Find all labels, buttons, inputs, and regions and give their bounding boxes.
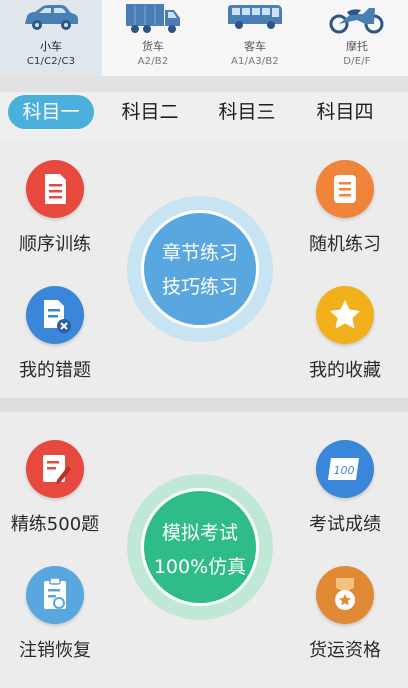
feature-label: 我的错题 <box>19 360 91 381</box>
motorcycle-icon <box>329 8 384 34</box>
exam-section: 精练500题 100 考试成绩 注销恢复 货运资格 模拟考试 100%仿真 <box>0 412 408 688</box>
feature-label: 精练500题 <box>10 514 100 535</box>
exam-paper-icon <box>141 488 259 606</box>
tab-subject-2[interactable]: 科目二 <box>107 95 193 129</box>
svg-text:100: 100 <box>334 464 355 477</box>
tab-subject-1[interactable]: 科目一 <box>8 95 94 129</box>
tab-subject-3[interactable]: 科目三 <box>204 95 290 129</box>
refined-500-button[interactable]: 精练500题 <box>0 440 110 536</box>
vehicle-name: 货车 <box>142 40 164 53</box>
center-label-line2: 技巧练习 <box>161 276 238 298</box>
bus-icon <box>228 5 282 29</box>
vehicle-license-codes: A2/B2 <box>137 56 169 67</box>
vehicle-license-codes: D/E/F <box>343 56 371 67</box>
clipboard-icon <box>26 566 84 624</box>
mock-exam-button[interactable]: 模拟考试 100%仿真 <box>127 474 273 620</box>
medal-icon <box>316 566 374 624</box>
vehicle-name: 摩托 <box>346 40 368 53</box>
vehicle-tab-bus[interactable]: 客车 A1/A3/B2 <box>204 0 306 76</box>
subject-tabs: 科目一 科目二 科目三 科目四 <box>0 92 408 140</box>
pencil-icon <box>141 210 259 328</box>
car-icon <box>25 5 78 30</box>
edit-note-icon <box>26 440 84 498</box>
center-label-line2: 100%仿真 <box>153 556 247 578</box>
vehicle-type-bar: 小车 C1/C2/C3 货车 A2/B2 客车 A1/A3/B2 摩托 D/E/… <box>0 0 408 76</box>
feature-label: 货运资格 <box>309 640 381 661</box>
freight-qualification-button[interactable]: 货运资格 <box>290 566 400 662</box>
exam-scores-button[interactable]: 100 考试成绩 <box>290 440 400 536</box>
vehicle-tab-truck[interactable]: 货车 A2/B2 <box>102 0 204 76</box>
vehicle-name: 客车 <box>244 40 266 53</box>
chapter-practice-button[interactable]: 章节练习 技巧练习 <box>127 196 273 342</box>
score-icon: 100 <box>316 440 374 498</box>
random-practice-button[interactable]: 随机练习 <box>290 160 400 256</box>
feature-label: 随机练习 <box>309 234 381 255</box>
restore-button[interactable]: 注销恢复 <box>0 566 110 662</box>
tab-subject-4[interactable]: 科目四 <box>302 95 388 129</box>
vehicle-tab-motorcycle[interactable]: 摩托 D/E/F <box>306 0 408 76</box>
center-label-line1: 章节练习 <box>161 242 238 264</box>
list-icon <box>316 160 374 218</box>
document-icon <box>26 160 84 218</box>
vehicle-tab-car[interactable]: 小车 C1/C2/C3 <box>0 0 102 76</box>
feature-label: 考试成绩 <box>309 514 381 535</box>
feature-label: 我的收藏 <box>309 360 381 381</box>
star-icon <box>316 286 374 344</box>
practice-section: 顺序训练 随机练习 我的错题 我的收藏 章节练习 技巧练习 <box>0 140 408 398</box>
separator <box>0 76 408 92</box>
my-favorites-button[interactable]: 我的收藏 <box>290 286 400 382</box>
my-mistakes-button[interactable]: 我的错题 <box>0 286 110 382</box>
sequential-practice-button[interactable]: 顺序训练 <box>0 160 110 256</box>
wrong-answers-icon <box>26 286 84 344</box>
feature-label: 顺序训练 <box>19 234 91 255</box>
separator <box>0 398 408 412</box>
truck-icon <box>126 4 180 33</box>
vehicle-name: 小车 <box>40 40 62 53</box>
center-label-line1: 模拟考试 <box>161 522 238 544</box>
vehicle-license-codes: C1/C2/C3 <box>26 56 76 67</box>
feature-label: 注销恢复 <box>19 640 91 661</box>
vehicle-license-codes: A1/A3/B2 <box>231 56 279 67</box>
